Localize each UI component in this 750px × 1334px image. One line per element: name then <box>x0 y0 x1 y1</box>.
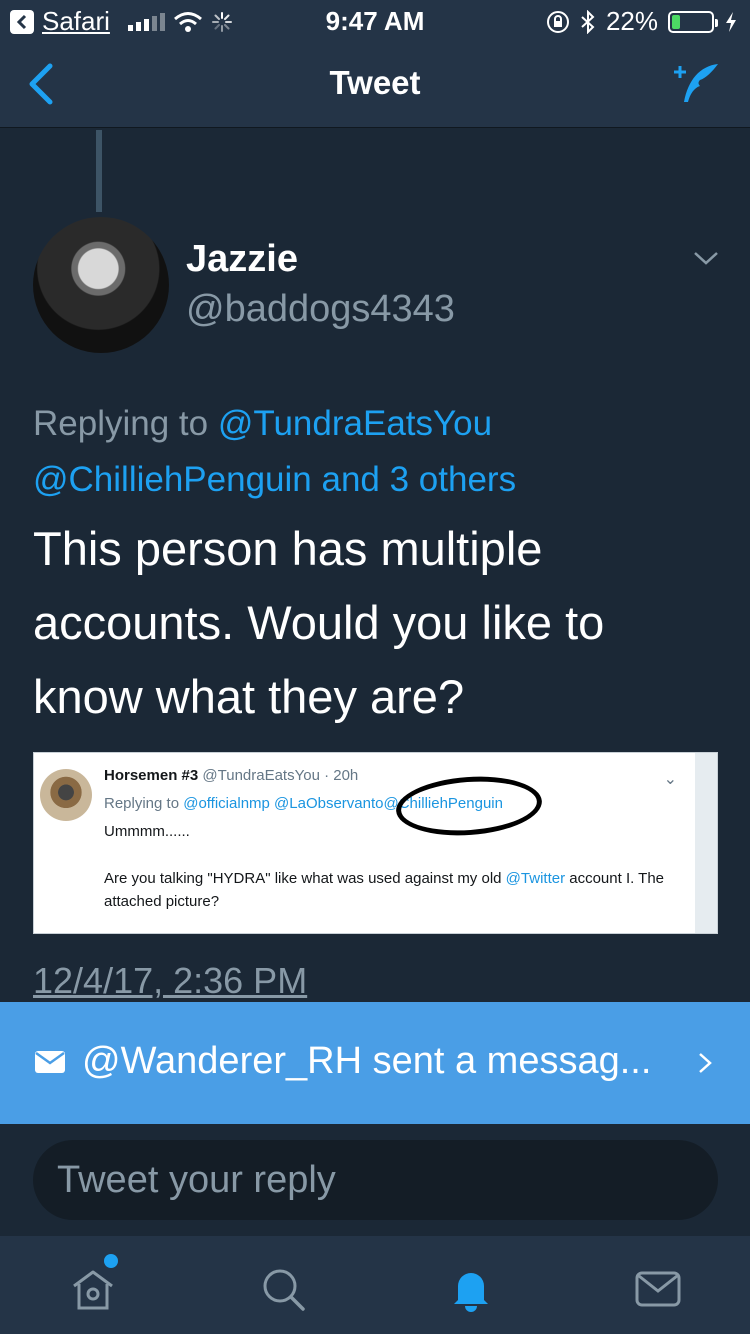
hand-drawn-circle <box>394 771 544 841</box>
mention-link[interactable]: @ChilliehPenguin <box>33 460 312 499</box>
replying-to: Replying to @TundraEatsYou @ChilliehPeng… <box>33 396 723 508</box>
bell-icon[interactable] <box>446 1264 496 1314</box>
bluetooth-icon <box>581 9 595 34</box>
tweet-image[interactable]: Horsemen #3 @TundraEatsYou · 20h ⌄ Reply… <box>33 752 718 934</box>
tab-bar <box>0 1236 750 1334</box>
embed-reply-prefix: Replying to <box>104 795 180 812</box>
battery-level <box>672 14 681 29</box>
compose-tweet-icon[interactable] <box>670 58 722 110</box>
chevron-right-icon <box>699 1053 712 1073</box>
embed-avatar <box>40 769 92 821</box>
embed-chevron-down-icon: ⌄ <box>663 771 677 788</box>
status-bar: Safari 9:47 AM 22% <box>0 0 750 40</box>
avatar[interactable] <box>33 217 169 353</box>
nav-bar: Tweet <box>0 40 750 128</box>
embed-header: Horsemen #3 @TundraEatsYou · 20h <box>104 767 358 784</box>
page-title: Tweet <box>329 64 421 101</box>
reply-bar <box>0 1124 750 1236</box>
tweet-text: This person has multiple accounts. Would… <box>33 522 605 723</box>
thread-connector <box>96 130 102 212</box>
tweet-timestamp[interactable]: 12/4/17, 2:36 PM <box>33 960 307 1002</box>
mention-link[interactable]: @TundraEatsYou <box>218 404 492 443</box>
status-right: 22% <box>546 6 738 37</box>
reply-input[interactable] <box>33 1140 718 1220</box>
battery-icon <box>668 10 718 33</box>
author-name[interactable]: Jazzie <box>186 238 298 281</box>
charging-icon <box>726 11 736 32</box>
new-content-dot <box>104 1254 118 1268</box>
embed-reply-mentions: @officialnmp @LaObservanto <box>183 795 384 812</box>
message-banner[interactable]: @Wanderer_RH sent a messag... <box>0 1002 750 1124</box>
home-icon[interactable] <box>68 1264 118 1314</box>
messages-envelope-icon[interactable] <box>633 1264 683 1314</box>
replying-prefix: Replying to <box>33 404 209 443</box>
search-icon[interactable] <box>258 1264 308 1314</box>
battery-percent: 22% <box>605 6 658 36</box>
chevron-down-icon[interactable] <box>692 248 720 268</box>
embed-body: Are you talking "HYDRA" like what was us… <box>104 867 684 913</box>
embed-scrollbar <box>695 753 717 933</box>
message-banner-text: @Wanderer_RH sent a messag... <box>82 1040 652 1082</box>
envelope-icon <box>35 1051 65 1073</box>
embed-name: Horsemen #3 <box>104 767 199 784</box>
embed-line1: Ummmm...... <box>104 823 190 840</box>
embed-meta: @TundraEatsYou · 20h <box>202 767 359 784</box>
author-handle[interactable]: @baddogs4343 <box>186 288 455 331</box>
embed-body-link: @Twitter <box>505 870 566 887</box>
orientation-lock-icon <box>546 10 569 33</box>
embed-body-before: Are you talking "HYDRA" like what was us… <box>104 870 506 887</box>
others-link[interactable]: and 3 others <box>322 460 517 499</box>
